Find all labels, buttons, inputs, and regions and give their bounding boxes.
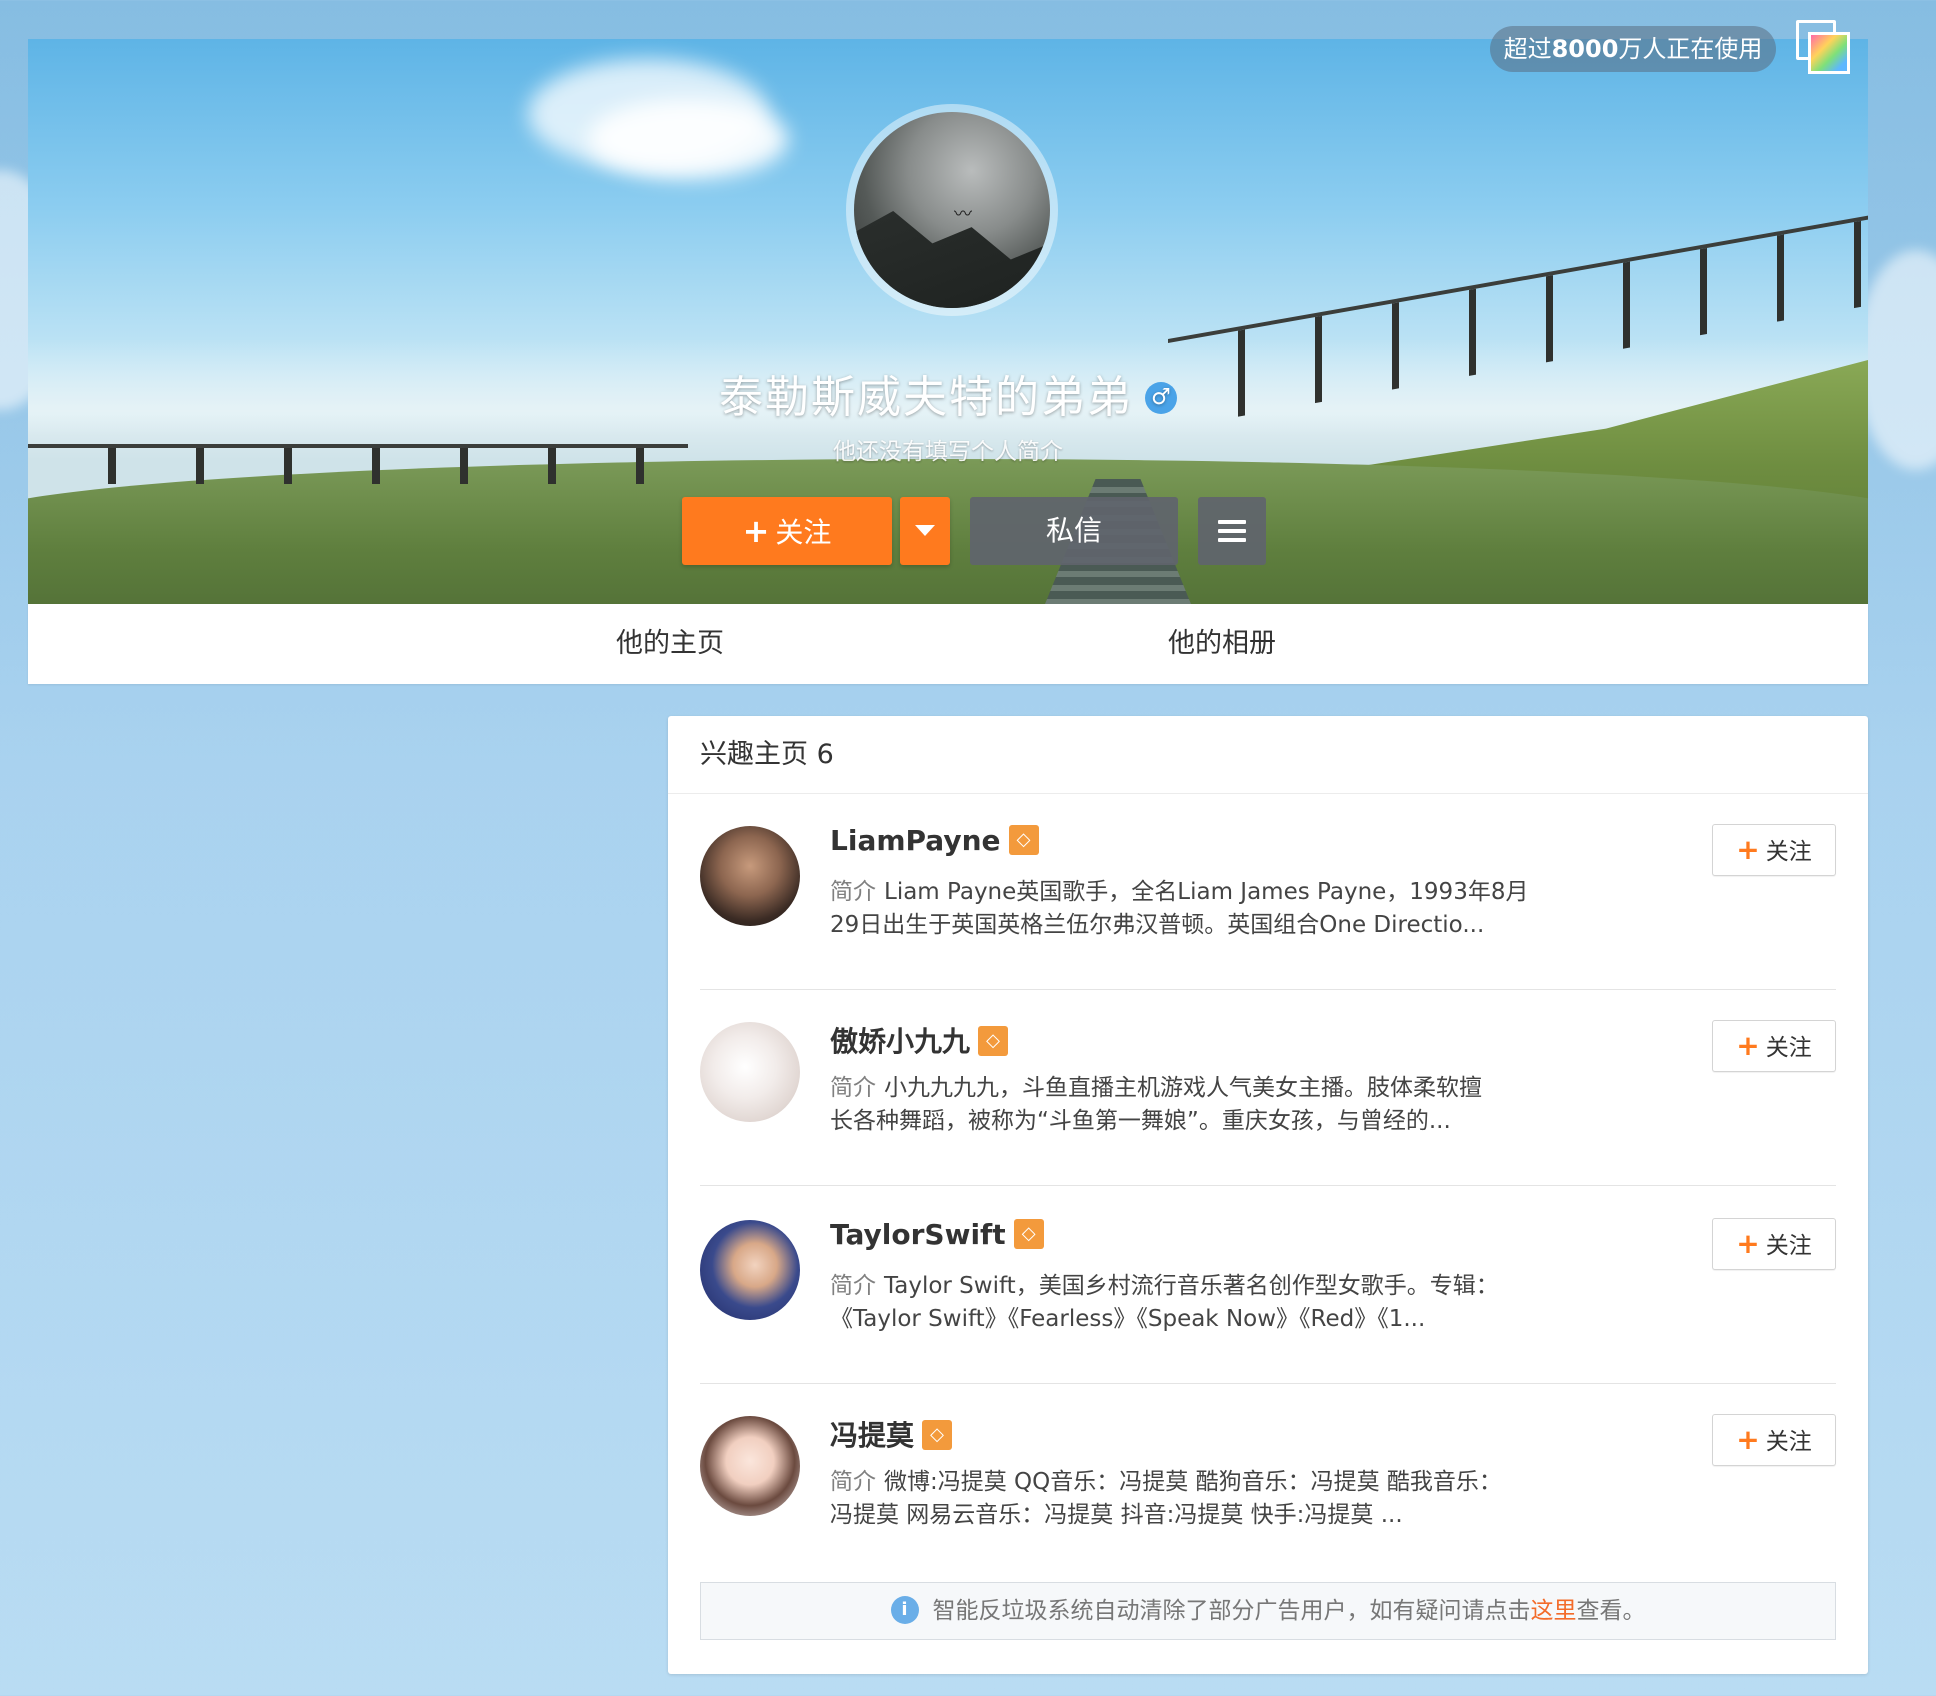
card-title-count: 6 <box>816 739 834 770</box>
description-label: 简介 <box>830 1075 876 1101</box>
description-line: 微博:冯提莫 QQ音乐：冯提莫 酷狗音乐：冯提莫 酷我音乐： <box>884 1469 1502 1495</box>
profile-name-row: 泰勒斯威夫特的弟弟 ♂ <box>28 361 1868 425</box>
notice-text-end: 查看。 <box>1576 1598 1646 1624</box>
card-title: 兴趣主页 6 <box>668 716 1868 794</box>
profile-avatar[interactable]: 〰 <box>846 104 1058 316</box>
notice-link[interactable]: 这里 <box>1531 1598 1577 1624</box>
usage-count-badge[interactable]: 超过8000万人正在使用 <box>1490 26 1776 72</box>
item-description: 简介 Liam Payne英国歌手，全名Liam James Payne，1993… <box>830 876 1550 942</box>
menu-icon <box>1218 529 1246 533</box>
item-name-row: 冯提莫 ◇ <box>830 1414 953 1454</box>
usage-number: 8000 <box>1551 35 1619 63</box>
description-line: Liam Payne英国歌手，全名Liam James Payne，1993年8… <box>884 879 1529 905</box>
avatar-bird: 〰 <box>954 204 972 225</box>
plus-icon: + <box>1736 1227 1760 1260</box>
info-icon: i <box>890 1595 919 1624</box>
description-line: 冯提莫 网易云音乐：冯提莫 抖音:冯提莫 快手:冯提莫 ... <box>830 1502 1403 1528</box>
message-button[interactable]: 私信 <box>970 497 1178 565</box>
avatar-trees <box>854 210 1050 308</box>
usage-suffix: 万人正在使用 <box>1618 35 1763 63</box>
follow-button-label: 关注 <box>775 516 832 549</box>
spam-filter-notice: i 智能反垃圾系统自动清除了部分广告用户，如有疑问请点击这里查看。 <box>700 1582 1836 1640</box>
follow-button[interactable]: + 关注 <box>1712 1414 1836 1466</box>
follow-button[interactable]: + 关注 <box>682 497 892 565</box>
item-name[interactable]: 傲娇小九九 <box>830 1025 970 1058</box>
usage-prefix: 超过 <box>1503 35 1552 63</box>
description-line: Taylor Swift，美国乡村流行音乐著名创作型女歌手。专辑： <box>884 1273 1499 1299</box>
more-menu-button[interactable] <box>1198 497 1266 565</box>
follow-button[interactable]: + 关注 <box>1712 1020 1836 1072</box>
skin-palette-icon[interactable] <box>1796 20 1850 74</box>
item-name[interactable]: LiamPayne <box>830 824 1001 857</box>
male-gender-icon: ♂ <box>1145 382 1177 414</box>
list-item: 冯提莫 ◇ 简介 微博:冯提莫 QQ音乐：冯提莫 酷狗音乐：冯提莫 酷我音乐： 冯提… <box>700 1384 1836 1580</box>
interest-pages-card: 兴趣主页 6 LiamPayne ◇ 简介 Liam Payne英国歌手，全名Lia… <box>668 716 1868 1674</box>
profile-avatar-image: 〰 <box>854 112 1050 308</box>
cover-cloud <box>588 99 788 179</box>
tab-home[interactable]: 他的主页 <box>550 604 790 684</box>
description-line: 29日出生于英国英格兰伍尔弗汉普顿。英国组合One Directio... <box>830 912 1485 938</box>
plus-icon: + <box>1736 833 1760 866</box>
item-name-row: 傲娇小九九 ◇ <box>830 1020 1009 1060</box>
menu-icon <box>1218 520 1246 524</box>
verified-diamond-icon: ◇ <box>922 1420 953 1450</box>
description-line: 长各种舞蹈，被称为“斗鱼第一舞娘”。重庆女孩，与曾经的... <box>830 1108 1451 1134</box>
plus-icon: + <box>1736 1423 1760 1456</box>
follow-dropdown-button[interactable] <box>900 497 950 565</box>
follow-label: 关注 <box>1765 1429 1812 1455</box>
notice-text: 智能反垃圾系统自动清除了部分广告用户，如有疑问请点击 <box>932 1598 1531 1624</box>
avatar[interactable] <box>700 1416 800 1516</box>
item-name[interactable]: TaylorSwift <box>830 1218 1006 1251</box>
background-cloud <box>1856 250 1936 470</box>
menu-icon <box>1218 538 1246 542</box>
profile-name: 泰勒斯威夫特的弟弟 <box>719 372 1133 423</box>
follow-button[interactable]: + 关注 <box>1712 1218 1836 1270</box>
list-item: 傲娇小九九 ◇ 简介 小九九九九，斗鱼直播主机游戏人气美女主播。肢体柔软擅 长各种舞… <box>700 990 1836 1186</box>
item-name-row: TaylorSwift ◇ <box>830 1218 1044 1251</box>
description-line: 小九九九九，斗鱼直播主机游戏人气美女主播。肢体柔软擅 <box>884 1075 1482 1101</box>
follow-label: 关注 <box>1765 839 1812 865</box>
follow-button[interactable]: + 关注 <box>1712 824 1836 876</box>
item-description: 简介 微博:冯提莫 QQ音乐：冯提莫 酷狗音乐：冯提莫 酷我音乐： 冯提莫 网易云… <box>830 1466 1550 1532</box>
description-label: 简介 <box>830 1469 876 1495</box>
verified-diamond-icon: ◇ <box>1008 825 1039 855</box>
list-item: TaylorSwift ◇ 简介 Taylor Swift，美国乡村流行音乐著名创作… <box>700 1188 1836 1384</box>
profile-bio: 他还没有填写个人简介 <box>833 439 1063 465</box>
follow-label: 关注 <box>1765 1035 1812 1061</box>
verified-diamond-icon: ◇ <box>978 1026 1009 1056</box>
description-label: 简介 <box>830 879 876 905</box>
caret-down-icon <box>915 525 935 536</box>
verified-diamond-icon: ◇ <box>1013 1219 1044 1249</box>
list-item: LiamPayne ◇ 简介 Liam Payne英国歌手，全名Liam James… <box>700 794 1836 990</box>
item-name-row: LiamPayne ◇ <box>830 824 1039 857</box>
item-description: 简介 小九九九九，斗鱼直播主机游戏人气美女主播。肢体柔软擅 长各种舞蹈，被称为“斗… <box>830 1072 1550 1138</box>
avatar[interactable] <box>700 826 800 926</box>
profile-tab-bar: 他的主页 他的相册 <box>28 604 1868 684</box>
follow-label: 关注 <box>1765 1233 1812 1259</box>
item-name[interactable]: 冯提莫 <box>830 1419 914 1452</box>
avatar[interactable] <box>700 1022 800 1122</box>
skin-icon-front <box>1808 32 1850 74</box>
profile-cover-banner: 〰 泰勒斯威夫特的弟弟 ♂ 他还没有填写个人简介 + 关注 私信 <box>28 39 1868 604</box>
plus-icon: + <box>742 512 770 550</box>
item-description: 简介 Taylor Swift，美国乡村流行音乐著名创作型女歌手。专辑： 《Tay… <box>830 1270 1550 1336</box>
description-line: 《Taylor Swift》《Fearless》《Speak Now》《Red》… <box>830 1306 1426 1332</box>
avatar[interactable] <box>700 1220 800 1320</box>
tab-album[interactable]: 他的相册 <box>1102 604 1342 684</box>
card-title-text: 兴趣主页 <box>700 739 808 770</box>
plus-icon: + <box>1736 1029 1760 1062</box>
description-label: 简介 <box>830 1273 876 1299</box>
